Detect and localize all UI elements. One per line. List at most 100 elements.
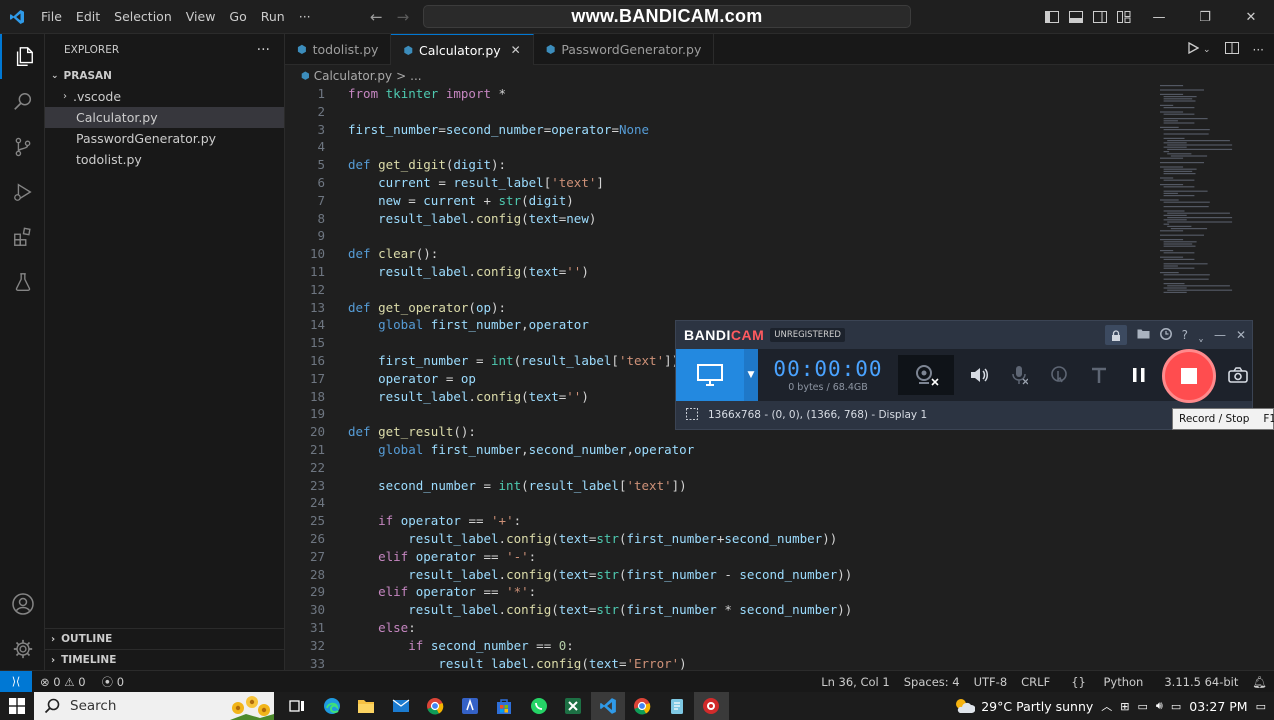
menu-more[interactable]: ··· <box>292 0 318 34</box>
record-stop-button[interactable] <box>1162 349 1216 403</box>
tab-todolist[interactable]: ⬢ todolist.py <box>285 34 392 65</box>
pause-button[interactable] <box>1124 360 1154 390</box>
chrome-icon[interactable] <box>418 692 453 720</box>
battery-icon[interactable]: ▭ <box>1171 700 1181 713</box>
mail-icon[interactable] <box>384 692 419 720</box>
whatsapp-icon[interactable] <box>522 692 557 720</box>
taskbar-search[interactable]: Search <box>34 692 274 720</box>
run-file-icon[interactable] <box>1187 41 1200 57</box>
explorer-activity[interactable] <box>0 34 45 79</box>
folder-icon[interactable] <box>1137 328 1150 342</box>
extensions-activity[interactable] <box>0 214 45 259</box>
task-view-icon[interactable] <box>280 692 315 720</box>
tab-passwordgenerator[interactable]: ⬢ PasswordGenerator.py <box>534 34 715 65</box>
testing-activity[interactable] <box>0 259 45 304</box>
python-interpreter[interactable]: 3.11.5 64-bit <box>1157 675 1245 689</box>
code-line[interactable]: 4 <box>285 138 1155 156</box>
tree-item-passwordgenerator[interactable]: PasswordGenerator.py <box>45 128 284 149</box>
tree-item-calculator[interactable]: Calculator.py <box>45 107 284 128</box>
run-debug-activity[interactable] <box>0 169 45 214</box>
back-arrow-icon[interactable]: ← <box>370 8 383 26</box>
line-ending[interactable]: CRLF <box>1014 675 1057 689</box>
menu-run[interactable]: Run <box>254 0 292 34</box>
menu-view[interactable]: View <box>179 0 223 34</box>
accounts-activity[interactable] <box>0 581 45 626</box>
code-line[interactable]: 21 global first_number,second_number,ope… <box>285 441 1155 459</box>
code-line[interactable]: 30 result_label.config(text=str(first_nu… <box>285 601 1155 619</box>
code-line[interactable]: 22 <box>285 459 1155 477</box>
customize-layout-icon[interactable] <box>1112 11 1136 23</box>
toggle-panel-icon[interactable] <box>1064 11 1088 23</box>
start-button[interactable] <box>0 692 34 720</box>
notepad-icon[interactable] <box>660 692 695 720</box>
help-icon[interactable]: ? <box>1182 328 1188 342</box>
command-center[interactable]: www.BANDICAM.com <box>423 5 911 28</box>
code-line[interactable]: 27 elif operator == '-': <box>285 548 1155 566</box>
tree-item-vscode[interactable]: › .vscode <box>45 86 284 107</box>
code-line[interactable]: 11 result_label.config(text='') <box>285 263 1155 281</box>
code-line[interactable]: 13 def get_operator(op): <box>285 299 1155 317</box>
code-line[interactable]: 3 first_number=second_number=operator=Non… <box>285 121 1155 139</box>
manage-activity[interactable] <box>0 626 45 671</box>
toggle-secondary-sidebar-icon[interactable] <box>1088 11 1112 23</box>
chrome-icon-2[interactable] <box>625 692 660 720</box>
forward-arrow-icon[interactable]: → <box>397 8 410 26</box>
tab-calculator[interactable]: ⬢ Calculator.py ✕ <box>391 34 534 65</box>
camera-snapshot-icon[interactable] <box>1223 360 1253 390</box>
recording-indicator-icon[interactable]: ▭ <box>1138 700 1148 713</box>
minimap[interactable] <box>1160 85 1270 300</box>
notification-center-icon[interactable]: ▭ <box>1256 700 1266 713</box>
menu-go[interactable]: Go <box>222 0 253 34</box>
region-select-icon[interactable] <box>686 407 698 423</box>
microphone-icon[interactable] <box>1004 360 1034 390</box>
tree-item-todolist[interactable]: todolist.py <box>45 149 284 170</box>
code-line[interactable]: 25 if operator == '+': <box>285 512 1155 530</box>
vscode-taskbar-icon[interactable] <box>590 692 625 720</box>
language-mode[interactable]: {} Python <box>1057 675 1157 689</box>
code-line[interactable]: 23 second_number = int(result_label['tex… <box>285 477 1155 495</box>
notifications-bell-icon[interactable]: 🔔︎ <box>1245 675 1274 689</box>
toggle-sidebar-icon[interactable] <box>1040 11 1064 23</box>
store-icon[interactable] <box>487 692 522 720</box>
code-line[interactable]: 7 new = current + str(digit) <box>285 192 1155 210</box>
code-line[interactable]: 10 def clear(): <box>285 245 1155 263</box>
minimize-button[interactable]: — <box>1136 0 1182 34</box>
indentation[interactable]: Spaces: 4 <box>897 675 967 689</box>
edge-icon[interactable] <box>315 692 350 720</box>
speaker-icon[interactable] <box>964 360 994 390</box>
menu-edit[interactable]: Edit <box>69 0 107 34</box>
more-actions-icon[interactable]: ··· <box>1253 43 1264 57</box>
clock[interactable]: 03:27 PM <box>1189 699 1247 714</box>
outline-section[interactable]: › OUTLINE <box>45 628 285 649</box>
folder-prasan[interactable]: ⌄ PRASAN <box>45 65 284 86</box>
code-line[interactable]: 6 current = result_label['text'] <box>285 174 1155 192</box>
code-line[interactable]: 24 <box>285 494 1155 512</box>
code-line[interactable]: 28 result_label.config(text=str(first_nu… <box>285 566 1155 584</box>
bandicam-taskbar-icon[interactable] <box>694 692 729 720</box>
lock-icon[interactable] <box>1104 325 1127 345</box>
mode-dropdown-icon[interactable]: ▼ <box>744 349 758 401</box>
encoding[interactable]: UTF-8 <box>967 675 1015 689</box>
menu-selection[interactable]: Selection <box>107 0 179 34</box>
code-line[interactable]: 1 from tkinter import * <box>285 85 1155 103</box>
code-line[interactable]: 32 if second_number == 0: <box>285 637 1155 655</box>
remote-indicator[interactable]: ⟩⟨ <box>0 670 32 693</box>
code-line[interactable]: 31 else: <box>285 619 1155 637</box>
code-line[interactable]: 29 elif operator == '*': <box>285 583 1155 601</box>
code-line[interactable]: 12 <box>285 281 1155 299</box>
code-line[interactable]: 5 def get_digit(digit): <box>285 156 1155 174</box>
code-line[interactable]: 26 result_label.config(text=str(first_nu… <box>285 530 1155 548</box>
mouse-click-icon[interactable] <box>1044 360 1074 390</box>
text-overlay-icon[interactable] <box>1084 360 1114 390</box>
excel-icon[interactable] <box>556 692 591 720</box>
split-editor-icon[interactable] <box>1224 42 1239 57</box>
collapse-icon[interactable]: ˬ <box>1198 328 1204 342</box>
code-line[interactable]: 9 <box>285 227 1155 245</box>
show-hidden-icons[interactable]: ︿ <box>1101 698 1112 714</box>
screen-mode-button[interactable] <box>676 349 744 401</box>
code-line[interactable]: 8 result_label.config(text=new) <box>285 210 1155 228</box>
code-line[interactable]: 2 <box>285 103 1155 121</box>
weather-widget[interactable]: 29°C Partly sunny <box>953 697 1093 715</box>
breadcrumb-file[interactable]: Calculator.py <box>314 69 392 83</box>
search-activity[interactable] <box>0 79 45 124</box>
